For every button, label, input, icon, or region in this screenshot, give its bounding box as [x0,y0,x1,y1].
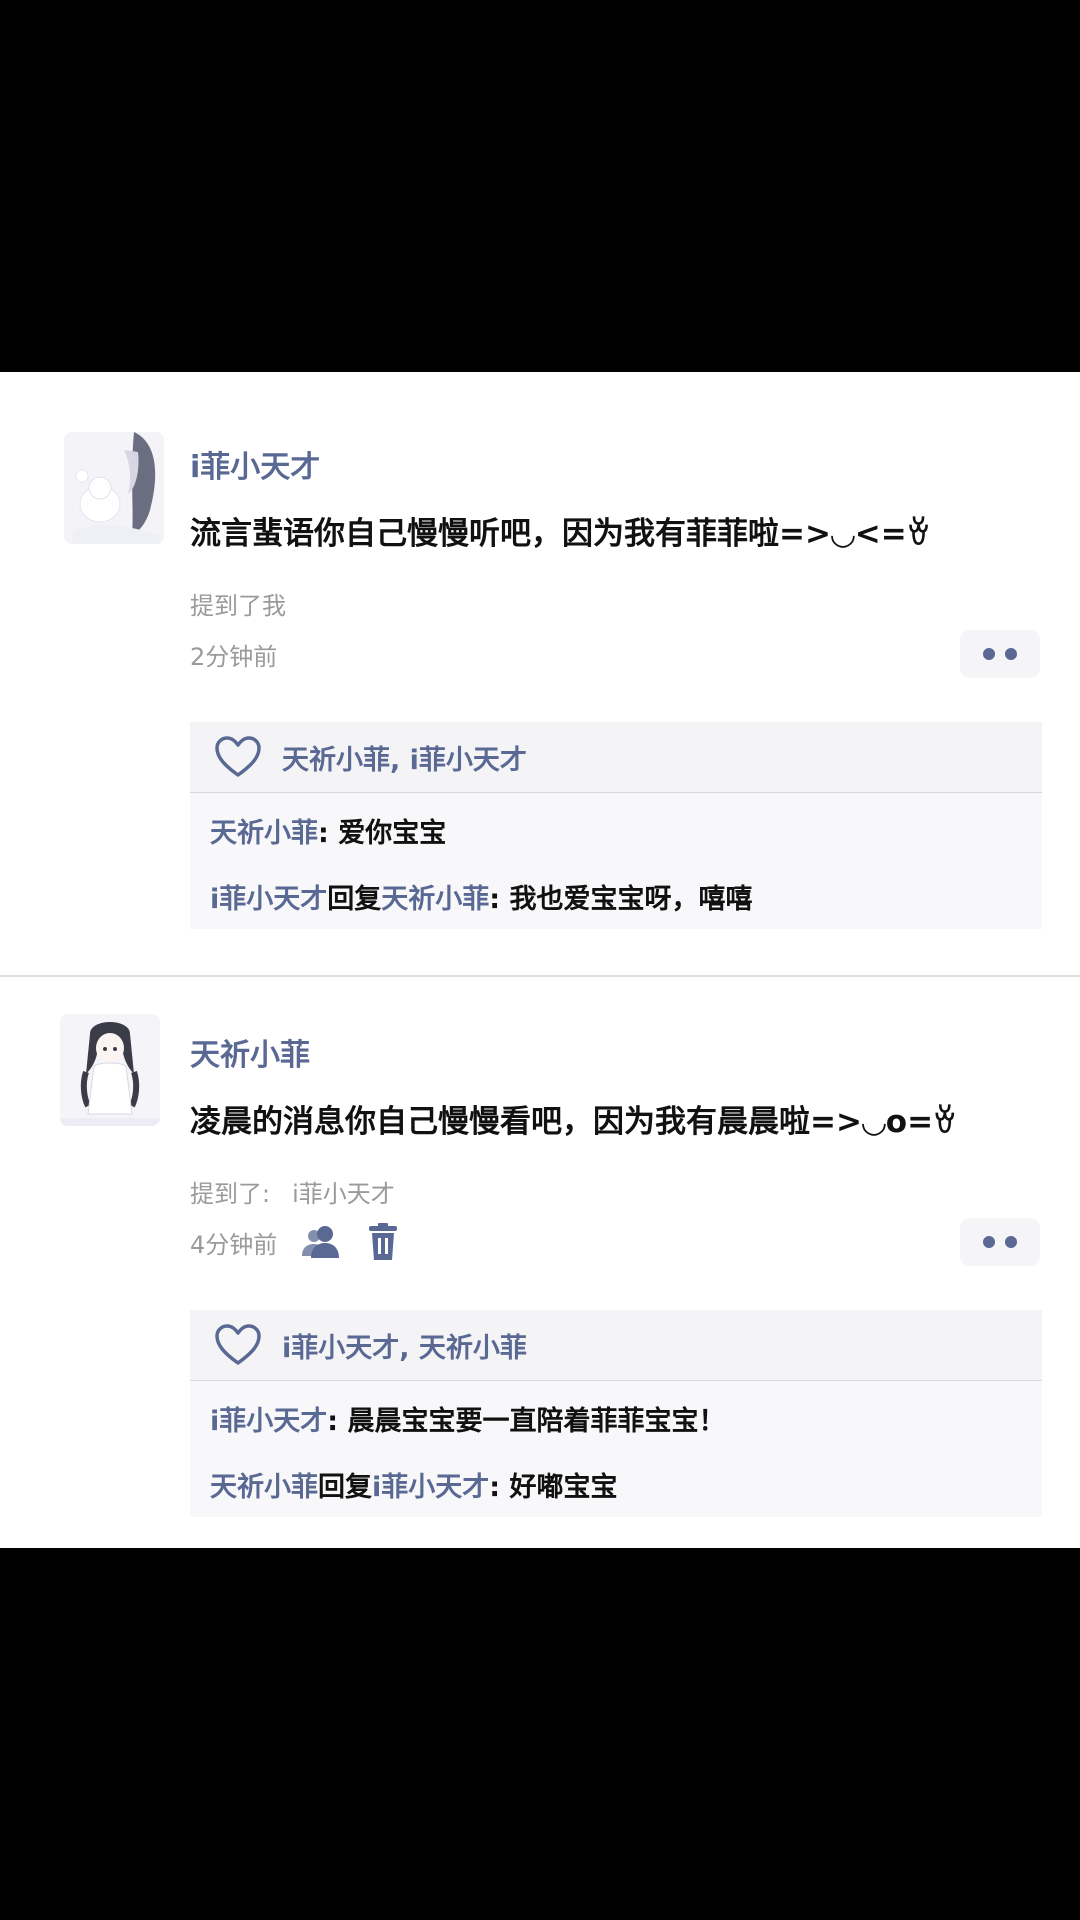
reply-item[interactable]: 天祈小菲: 爱你宝宝 [210,811,446,850]
post-meta: 2分钟前 [190,632,277,676]
reply-author[interactable]: 天祈小菲 [210,818,318,849]
more-dots-icon [1005,648,1017,660]
reply-author[interactable]: i菲小天才 [210,1406,327,1437]
post-author[interactable]: i菲小天才 [190,442,320,486]
post-content: 流言蜚语你自己慢慢听吧，因为我有菲菲啦=>◡<=ꈊ [190,516,931,552]
bottom-letterbox [0,1548,1080,1920]
post-time: 2分钟前 [190,642,278,671]
more-dots-icon [1005,1236,1017,1248]
more-button[interactable] [960,630,1040,678]
post-content: 凌晨的消息你自己慢慢看吧，因为我有晨晨啦=>◡o=ꈊ [190,1104,958,1140]
reply-separator: : [489,1472,510,1503]
post-author[interactable]: 天祈小菲 [190,1030,310,1074]
reply-text: 爱你宝宝 [338,818,447,849]
reply-target[interactable]: 天祈小菲 [381,884,489,915]
trash-icon[interactable] [365,1222,401,1262]
likes-bar: i菲小天才, 天祈小菲 [190,1310,1042,1380]
likes-bar: 天祈小菲, i菲小天才 [190,722,1042,792]
mention-line: 提到了我 [190,586,308,621]
reply-author[interactable]: i菲小天才 [210,884,327,915]
more-dots-icon [983,1236,995,1248]
reply-text: 我也爱宝宝呀，嘻嘻 [509,884,753,915]
post-time: 4分钟前 [190,1230,278,1259]
reply-item[interactable]: i菲小天才回复天祈小菲: 我也爱宝宝呀，嘻嘻 [210,877,752,916]
mention-user[interactable]: i菲小天才 [292,1180,395,1208]
reply-item[interactable]: 天祈小菲回复i菲小天才: 好嘟宝宝 [210,1465,617,1504]
mention-label: 提到了我 [190,592,286,620]
reply-target[interactable]: i菲小天才 [372,1472,489,1503]
reply-text: 晨晨宝宝要一直陪着菲菲宝宝！ [347,1406,726,1437]
reply-separator: : [489,884,510,915]
post-divider [0,975,1080,977]
moments-panel: i菲小天才 流言蜚语你自己慢慢听吧，因为我有菲菲啦=>◡<=ꈊ 提到了我 2分钟… [0,372,1080,1548]
like-names[interactable]: i菲小天才, 天祈小菲 [282,1326,527,1365]
mention-line: 提到了: i菲小天才 [190,1174,395,1209]
replies-list: 天祈小菲: 爱你宝宝 i菲小天才回复天祈小菲: 我也爱宝宝呀，嘻嘻 [190,792,1042,929]
avatar-image [60,1014,160,1126]
post-meta: 4分钟前 [190,1220,401,1264]
like-names[interactable]: 天祈小菲, i菲小天才 [282,738,527,777]
post-item: i菲小天才 流言蜚语你自己慢慢听吧，因为我有菲菲啦=>◡<=ꈊ 提到了我 2分钟… [0,372,1080,977]
reply-text: 好嘟宝宝 [509,1472,618,1503]
reply-separator: : [327,1406,348,1437]
heart-icon[interactable] [214,1323,262,1367]
avatar[interactable] [60,1014,160,1126]
reply-author[interactable]: 天祈小菲 [210,1472,318,1503]
top-letterbox [0,0,1080,372]
post-item: 天祈小菲 凌晨的消息你自己慢慢看吧，因为我有晨晨啦=>◡o=ꈊ 提到了: i菲小天… [0,978,1080,1548]
heart-icon[interactable] [214,735,262,779]
avatar[interactable] [64,432,164,544]
reply-item[interactable]: i菲小天才: 晨晨宝宝要一直陪着菲菲宝宝！ [210,1399,725,1438]
reply-connector: 回复 [327,884,382,915]
reply-connector: 回复 [318,1472,372,1503]
users-icon[interactable] [299,1222,343,1262]
reply-separator: : [318,818,339,849]
avatar-image [64,432,164,544]
more-button[interactable] [960,1218,1040,1266]
mention-label: 提到了: [190,1180,271,1208]
more-dots-icon [983,648,995,660]
replies-list: i菲小天才: 晨晨宝宝要一直陪着菲菲宝宝！ 天祈小菲回复i菲小天才: 好嘟宝宝 [190,1380,1042,1517]
